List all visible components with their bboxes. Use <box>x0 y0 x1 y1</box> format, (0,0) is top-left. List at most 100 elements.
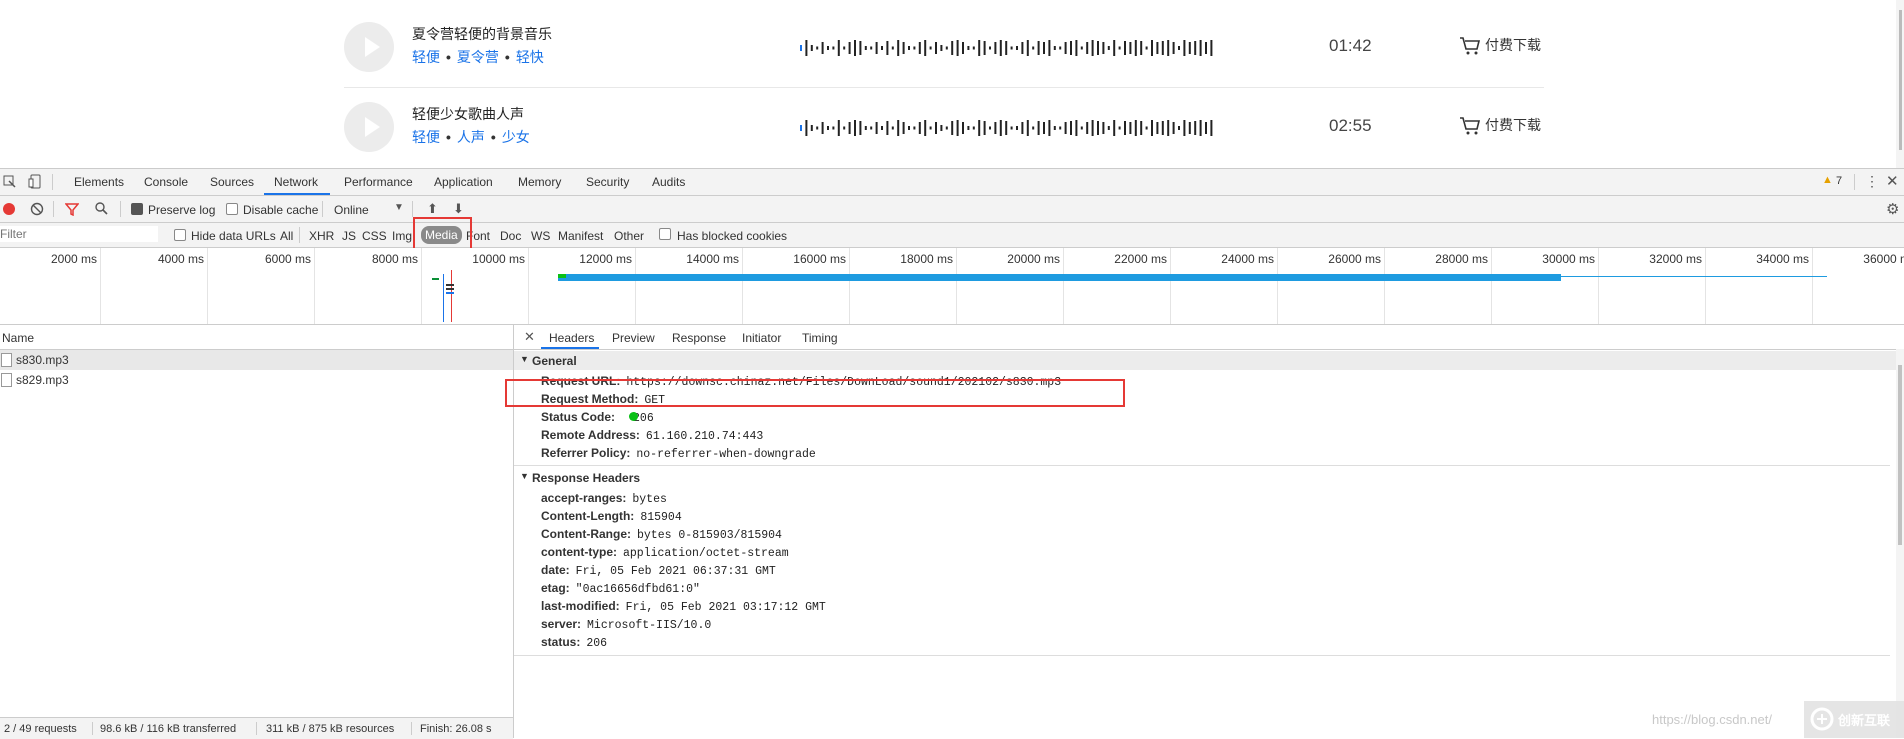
timeline-tick-label: 32000 ms <box>1649 252 1702 266</box>
detail-tab-headers[interactable]: Headers <box>549 331 594 345</box>
waveform-bar <box>1053 126 1056 130</box>
type-filter-img[interactable]: Img <box>392 229 412 243</box>
network-overview[interactable]: 2000 ms 4000 ms 6000 ms 8000 ms 10000 ms 1200… <box>0 248 1904 325</box>
header-key: last-modified: <box>541 599 620 613</box>
filter-icon[interactable] <box>65 202 79 216</box>
tab-console[interactable]: Console <box>144 175 188 189</box>
type-filter-all[interactable]: All <box>280 229 293 243</box>
close-icon[interactable]: ✕ <box>1886 172 1899 190</box>
waveform-bar <box>1059 126 1062 130</box>
play-icon[interactable] <box>344 22 394 72</box>
tab-elements[interactable]: Elements <box>74 175 124 189</box>
tab-memory[interactable]: Memory <box>518 175 561 189</box>
waveform-bar <box>816 46 819 50</box>
type-filter-css[interactable]: CSS <box>362 229 387 243</box>
detail-tab-response[interactable]: Response <box>672 331 726 345</box>
gear-icon[interactable]: ⚙ <box>1886 200 1899 218</box>
waveform-bar <box>875 122 878 134</box>
waveform-bar <box>1102 122 1105 134</box>
header-key: Content-Length: <box>541 509 635 523</box>
type-filter-doc[interactable]: Doc <box>500 229 521 243</box>
waveform-bar <box>1161 121 1164 135</box>
close-detail-icon[interactable]: ✕ <box>524 329 535 345</box>
disable-cache-checkbox[interactable] <box>226 203 238 215</box>
waveform-bar <box>1091 120 1094 136</box>
device-toggle-icon[interactable] <box>28 174 42 190</box>
waveform-bar <box>837 40 840 56</box>
tab-network[interactable]: Network <box>274 175 318 189</box>
request-row[interactable]: s830.mp3 <box>0 350 513 370</box>
tag-link[interactable]: 夏令营 <box>457 49 499 65</box>
detail-tab-timing[interactable]: Timing <box>802 331 838 345</box>
tab-performance[interactable]: Performance <box>344 175 413 189</box>
type-filter-js[interactable]: JS <box>342 229 356 243</box>
filter-input[interactable] <box>0 226 158 242</box>
more-options-icon[interactable]: ⋮ <box>1865 173 1879 190</box>
chevron-down-icon[interactable]: ▼ <box>394 202 404 213</box>
detail-tab-initiator[interactable]: Initiator <box>742 331 781 345</box>
dom-content-loaded-marker <box>443 274 444 322</box>
tab-application[interactable]: Application <box>434 175 493 189</box>
blocked-cookies-checkbox[interactable] <box>659 228 671 240</box>
waveform-bar <box>1167 120 1170 136</box>
tag-link[interactable]: 轻便 <box>412 129 440 145</box>
hide-data-urls-checkbox[interactable] <box>174 229 186 241</box>
import-har-icon[interactable]: ⬆ <box>427 201 438 217</box>
type-filter-other[interactable]: Other <box>614 229 644 243</box>
disable-cache-label[interactable]: Disable cache <box>243 203 318 217</box>
tag-link[interactable]: 轻便 <box>412 49 440 65</box>
type-filter-manifest[interactable]: Manifest <box>558 229 603 243</box>
waveform-bar <box>1194 121 1197 135</box>
waveform-bar <box>875 42 878 54</box>
inspect-icon[interactable] <box>3 175 17 189</box>
tag-link[interactable]: 轻快 <box>516 49 544 65</box>
page-scrollbar-thumb[interactable] <box>1899 10 1902 150</box>
tab-sources[interactable]: Sources <box>210 175 254 189</box>
name-column-header[interactable]: Name <box>0 325 513 350</box>
record-icon[interactable] <box>3 203 15 215</box>
response-headers-section-header[interactable]: ▼ Response Headers <box>514 468 1904 487</box>
waveform-bar <box>1005 41 1008 55</box>
warning-icon[interactable]: ▲ <box>1822 174 1833 186</box>
buy-download-button[interactable]: 付费下载 <box>1459 35 1541 56</box>
waveform-bar <box>1140 121 1143 135</box>
type-filter-xhr[interactable]: XHR <box>309 229 334 243</box>
request-row[interactable]: s829.mp3 <box>0 370 513 390</box>
preserve-log-checkbox[interactable] <box>131 203 143 215</box>
waveform-bar <box>864 126 867 130</box>
waveform[interactable] <box>800 118 1220 138</box>
warning-count[interactable]: 7 <box>1836 175 1842 187</box>
clear-icon[interactable] <box>30 202 44 216</box>
throttle-select[interactable]: Online <box>334 203 369 217</box>
track-tags: 轻便 • 人声 • 少女 <box>412 129 530 145</box>
waveform-bar <box>881 46 883 50</box>
preserve-log-label[interactable]: Preserve log <box>148 203 215 217</box>
detail-scrollbar-thumb[interactable] <box>1898 365 1902 545</box>
waveform-bar <box>1210 120 1213 136</box>
timeline-gridline <box>1063 248 1064 324</box>
waveform-bar <box>1043 122 1045 134</box>
tag-link[interactable]: 人声 <box>457 129 485 145</box>
search-icon[interactable] <box>94 201 108 215</box>
play-icon[interactable] <box>344 102 394 152</box>
track-title[interactable]: 轻便少女歌曲人声 <box>412 104 524 124</box>
header-value: bytes <box>632 493 667 506</box>
export-har-icon[interactable]: ⬇ <box>453 201 464 217</box>
tab-security[interactable]: Security <box>586 175 629 189</box>
waveform-bar <box>918 42 921 54</box>
divider <box>412 201 413 217</box>
waveform[interactable] <box>800 38 1220 58</box>
track-title[interactable]: 夏令营轻便的背景音乐 <box>412 24 552 44</box>
hide-data-urls-label[interactable]: Hide data URLs <box>191 229 276 243</box>
tab-audits[interactable]: Audits <box>652 175 685 189</box>
waveform-bar <box>1005 121 1008 135</box>
blocked-cookies-label[interactable]: Has blocked cookies <box>677 229 787 243</box>
waveform-bar <box>956 120 959 136</box>
buy-download-button[interactable]: 付费下载 <box>1459 115 1541 136</box>
waveform-bar <box>1140 41 1143 55</box>
general-section-header[interactable]: ▼ General <box>514 351 1904 370</box>
tag-link[interactable]: 少女 <box>502 129 530 145</box>
detail-tab-preview[interactable]: Preview <box>612 331 655 345</box>
type-filter-ws[interactable]: WS <box>531 229 550 243</box>
timeline-gridline <box>849 248 850 324</box>
